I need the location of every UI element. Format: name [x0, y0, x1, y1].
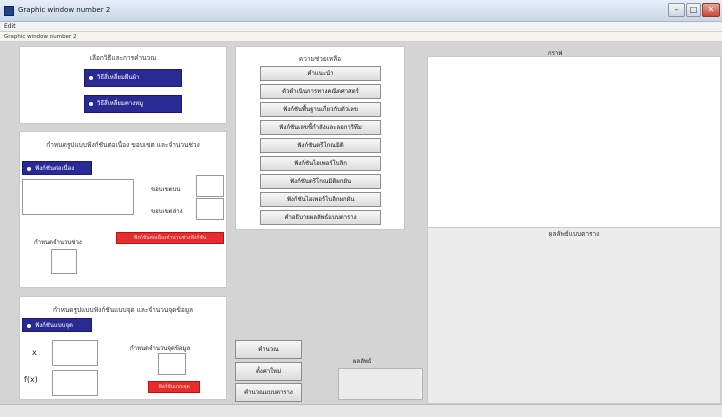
help-button-inverse-hyperbolic[interactable]: ฟังก์ชันไฮเพอร์โบลิกผกผัน [260, 192, 381, 207]
calculate-button[interactable]: คำนวณ [235, 340, 302, 359]
table-results-panel: ผลลัพธ์แบบตาราง [427, 227, 721, 404]
radio-trapezoid-method[interactable]: วิธีสี่เหลี่ยมคางหมู [84, 95, 182, 113]
radio-dot-icon [89, 101, 93, 106]
help-button-exponential-log[interactable]: ฟังก์ชันเลขชี้กำลังและลอการิทึม [260, 120, 381, 135]
help-button-basic-numeric[interactable]: ฟังก์ชันพื้นฐานเกี่ยวกับตัวเลข [260, 102, 381, 117]
title-bar: Graphic window number 2 – □ ✕ [0, 0, 722, 22]
table-results-title: ผลลัพธ์แบบตาราง [548, 230, 600, 238]
data-points-input[interactable] [158, 353, 186, 375]
fx-label: f(x) [24, 375, 38, 384]
result-label: ผลลัพธ์ [353, 358, 372, 365]
upper-limit-label: ขอบเขตบน [151, 186, 181, 193]
lower-limit-input[interactable] [196, 198, 224, 220]
result-output [338, 368, 423, 400]
intervals-input[interactable] [51, 249, 77, 274]
menu-edit[interactable]: Edit [4, 23, 16, 30]
help-button-guide[interactable]: คำแนะนำ [260, 66, 381, 81]
minimize-button[interactable]: – [668, 3, 685, 17]
help-button-inverse-trig[interactable]: ฟังก์ชันตรีโกณมิติผกผัน [260, 174, 381, 189]
table-calculate-button[interactable]: คำนวณแบบตาราง [235, 383, 302, 402]
fx-values-input[interactable] [52, 370, 98, 396]
reset-button[interactable]: ตั้งค่าใหม่ [235, 362, 302, 381]
help-button-math-operators[interactable]: ตัวดำเนินการทางคณิตศาสตร์ [260, 84, 381, 99]
method-panel-title: เลือกวิธีและการคำนวณ [89, 54, 157, 62]
help-panel-title: ความช่วยเหลือ [298, 55, 342, 63]
x-label: x [32, 348, 37, 357]
discrete-panel-title: กำหนดรูปแบบฟังก์ชันแบบจุด และจำนวนจุดข้อ… [52, 306, 193, 314]
continuous-panel: กำหนดรูปแบบฟังก์ชันต่อเนื่อง ขอบเขต และจ… [19, 131, 227, 288]
help-button-trigonometric[interactable]: ฟังก์ชันตรีโกณมิติ [260, 138, 381, 153]
window-title: Graphic window number 2 [18, 6, 111, 14]
help-button-hyperbolic[interactable]: ฟังก์ชันไฮเพอร์โบลิก [260, 156, 381, 171]
app-icon [4, 6, 14, 16]
graph-canvas [427, 56, 721, 233]
intervals-label: กำหนดจำนวนช่วง [34, 239, 82, 246]
upper-limit-input[interactable] [196, 175, 224, 197]
function-input[interactable] [22, 179, 134, 215]
close-button[interactable]: ✕ [702, 3, 720, 17]
discrete-panel: กำหนดรูปแบบฟังก์ชันแบบจุด และจำนวนจุดข้อ… [19, 296, 227, 400]
menu-bar: Edit [0, 22, 722, 32]
radio-discrete-label: ฟังก์ชันแบบจุด [35, 322, 73, 329]
help-panel: ความช่วยเหลือ คำแนะนำ ตัวดำเนินการทางคณิ… [235, 46, 405, 230]
lower-limit-label: ขอบเขตล่าง [151, 208, 183, 215]
radio-dot-icon [27, 323, 31, 328]
data-points-label: กำหนดจำนวนจุดข้อมูล [130, 345, 191, 352]
radio-continuous-label: ฟังก์ชันต่อเนื่อง [35, 165, 75, 172]
continuous-function-button[interactable]: ฟังก์ชันต่อเนื่องจำนวนช่วงฟังก์ชัน [116, 232, 224, 244]
radio-dot-icon [27, 166, 31, 171]
radio-continuous-function[interactable]: ฟังก์ชันต่อเนื่อง [22, 161, 92, 175]
radio-discrete-function[interactable]: ฟังก์ชันแบบจุด [22, 318, 92, 332]
radio-trapezoid-label: วิธีสี่เหลี่ยมคางหมู [97, 100, 144, 107]
help-button-table-results[interactable]: คำอธิบายผลลัพธ์แบบตาราง [260, 210, 381, 225]
radio-dot-icon [89, 75, 93, 80]
window-subtitle: Graphic window number 2 [0, 32, 722, 42]
discrete-function-button[interactable]: ฟังก์ชันแบบจุด [148, 381, 200, 393]
radio-rectangle-method[interactable]: วิธีสี่เหลี่ยมผืนผ้า [84, 69, 182, 87]
radio-rectangle-label: วิธีสี่เหลี่ยมผืนผ้า [97, 74, 140, 81]
status-bar [0, 404, 722, 417]
continuous-panel-title: กำหนดรูปแบบฟังก์ชันต่อเนื่อง ขอบเขต และจ… [46, 141, 200, 149]
x-values-input[interactable] [52, 340, 98, 366]
maximize-button[interactable]: □ [686, 3, 701, 17]
method-panel: เลือกวิธีและการคำนวณ วิธีสี่เหลี่ยมผืนผ้… [19, 46, 227, 124]
